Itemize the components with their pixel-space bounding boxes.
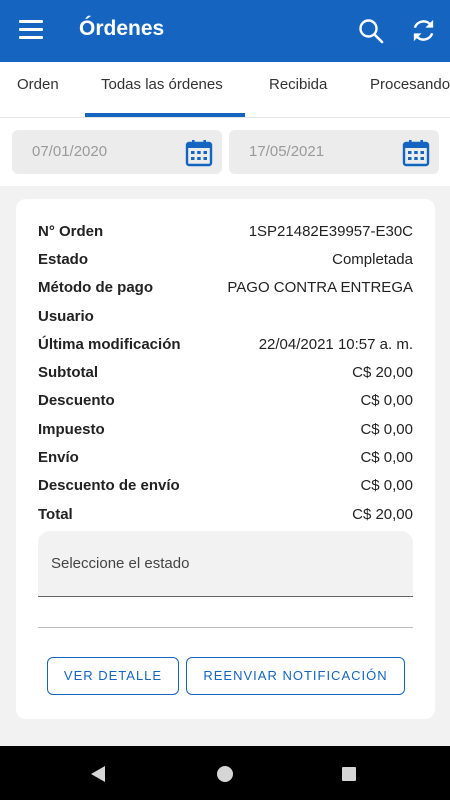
user-row: Usuario: [38, 304, 413, 330]
home-icon[interactable]: [217, 766, 233, 782]
row-value: C$ 20,00: [352, 364, 413, 381]
calendar-icon[interactable]: [185, 139, 213, 167]
recents-icon[interactable]: [342, 767, 356, 781]
date-filters: 07/01/2020 17/05/2021: [0, 118, 450, 186]
tax-row: Impuesto C$ 0,00: [38, 417, 413, 443]
system-nav-bar: [0, 746, 450, 800]
row-value: C$ 20,00: [352, 506, 413, 523]
shipping-discount-row: Descuento de envío C$ 0,00: [38, 473, 413, 499]
status-select[interactable]: Seleccione el estado: [38, 531, 413, 597]
tab-recibida[interactable]: Recibida: [269, 76, 327, 93]
page-title: Órdenes: [79, 17, 165, 40]
app-bar: Órdenes: [0, 0, 450, 62]
row-value: Completada: [332, 251, 413, 268]
back-icon[interactable]: [89, 765, 107, 783]
date-to-field[interactable]: 17/05/2021: [229, 130, 439, 174]
row-label: Descuento: [38, 392, 115, 409]
tab-todas-las-ordenes[interactable]: Todas las órdenes: [101, 76, 223, 93]
refresh-icon[interactable]: [410, 17, 437, 44]
active-tab-indicator: [85, 113, 245, 117]
row-value: C$ 0,00: [360, 449, 413, 466]
row-value: PAGO CONTRA ENTREGA: [227, 279, 413, 296]
discount-row: Descuento C$ 0,00: [38, 388, 413, 414]
order-card: N° Orden 1SP21482E39957-E30C Estado Comp…: [16, 199, 435, 719]
row-label: Usuario: [38, 308, 94, 325]
row-label: Estado: [38, 251, 89, 268]
shipping-row: Envío C$ 0,00: [38, 445, 413, 471]
date-to-value: 17/05/2021: [249, 143, 325, 160]
row-label: Subtotal: [38, 364, 98, 381]
divider: [38, 627, 413, 628]
date-from-value: 07/01/2020: [32, 143, 108, 160]
row-value: C$ 0,00: [360, 392, 413, 409]
last-modified-row: Última modificación 22/04/2021 10:57 a. …: [38, 332, 413, 358]
row-label: Método de pago: [38, 279, 153, 296]
total-row: Total C$ 20,00: [38, 502, 413, 528]
status-select-placeholder: Seleccione el estado: [51, 555, 190, 572]
row-label: Total: [38, 506, 73, 523]
row-value: 22/04/2021 10:57 a. m.: [258, 336, 413, 353]
tab-procesando[interactable]: Procesando: [370, 76, 450, 93]
row-value: C$ 0,00: [360, 421, 413, 438]
row-label: Envío: [38, 449, 79, 466]
calendar-icon[interactable]: [402, 139, 430, 167]
search-icon[interactable]: [358, 18, 384, 44]
date-from-field[interactable]: 07/01/2020: [12, 130, 222, 174]
row-value: 1SP21482E39957-E30C: [248, 223, 413, 240]
row-value: C$ 0,00: [360, 477, 413, 494]
row-label: Descuento de envío: [38, 477, 180, 494]
row-label: Impuesto: [38, 421, 105, 438]
payment-method-row: Método de pago PAGO CONTRA ENTREGA: [38, 275, 413, 301]
menu-icon[interactable]: [19, 20, 43, 42]
resend-notification-button[interactable]: REENVIAR NOTIFICACIÓN: [186, 657, 405, 695]
tab-orden[interactable]: Orden: [17, 76, 59, 93]
order-number-row: N° Orden 1SP21482E39957-E30C: [38, 219, 413, 245]
subtotal-row: Subtotal C$ 20,00: [38, 360, 413, 386]
row-label: N° Orden: [38, 223, 104, 240]
view-detail-button[interactable]: VER DETALLE: [47, 657, 179, 695]
tab-bar: Orden Todas las órdenes Recibida Procesa…: [0, 62, 450, 118]
status-row: Estado Completada: [38, 247, 413, 273]
row-label: Última modificación: [38, 336, 181, 353]
